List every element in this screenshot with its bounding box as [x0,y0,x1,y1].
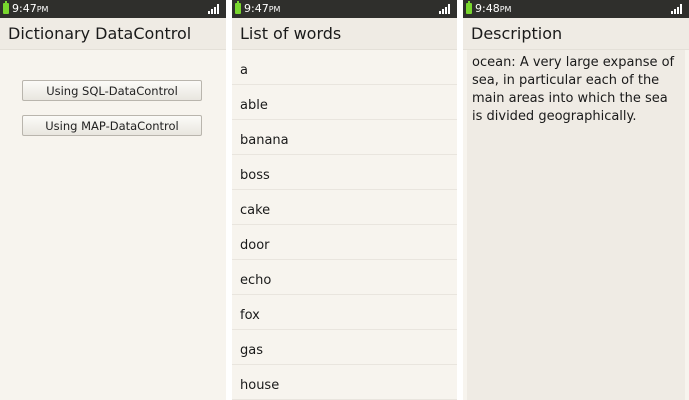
sql-datacontrol-button[interactable]: Using SQL-DataControl [22,80,202,101]
battery-icon [466,1,472,14]
list-item[interactable]: gas [232,330,457,365]
word-list: a able banana boss cake door echo fox ga… [232,50,457,400]
map-datacontrol-button[interactable]: Using MAP-DataControl [22,115,202,136]
status-ampm: PM [268,5,281,14]
list-item[interactable]: able [232,85,457,120]
status-ampm: PM [499,5,512,14]
status-time-value: 9:48 [475,2,500,15]
list-item[interactable]: door [232,225,457,260]
list-item[interactable]: boss [232,155,457,190]
status-bar: 9:48PM [463,0,689,18]
battery-icon [3,1,9,14]
status-ampm: PM [36,5,49,14]
title-bar: Description [463,18,689,50]
title-bar: List of words [232,18,457,50]
list-item[interactable]: a [232,50,457,85]
status-time: 9:47PM [12,2,48,16]
word-list-screen: 9:47PM List of words a able banana boss … [232,0,457,400]
status-bar: 9:47PM [0,0,226,18]
list-item[interactable]: house [232,365,457,400]
description-text: ocean: A very large expanse of sea, in p… [472,55,675,124]
list-item[interactable]: banana [232,120,457,155]
status-bar: 9:47PM [232,0,457,18]
page-title: Description [471,24,563,43]
list-item[interactable]: cake [232,190,457,225]
list-item[interactable]: fox [232,295,457,330]
status-time-value: 9:47 [12,2,37,15]
description-box: ocean: A very large expanse of sea, in p… [467,50,685,400]
battery-icon [235,1,241,14]
page-title: Dictionary DataControl [8,24,192,43]
signal-icon [439,4,451,14]
description-screen: 9:48PM Description ocean: A very large e… [463,0,689,400]
page-title: List of words [240,24,342,43]
status-time-value: 9:47 [244,2,269,15]
list-item[interactable]: echo [232,260,457,295]
title-bar: Dictionary DataControl [0,18,226,50]
signal-icon [208,4,220,14]
dictionary-screen: 9:47PM Dictionary DataControl Using SQL-… [0,0,226,400]
signal-icon [671,4,683,14]
status-time: 9:47PM [244,2,280,16]
status-time: 9:48PM [475,2,511,16]
